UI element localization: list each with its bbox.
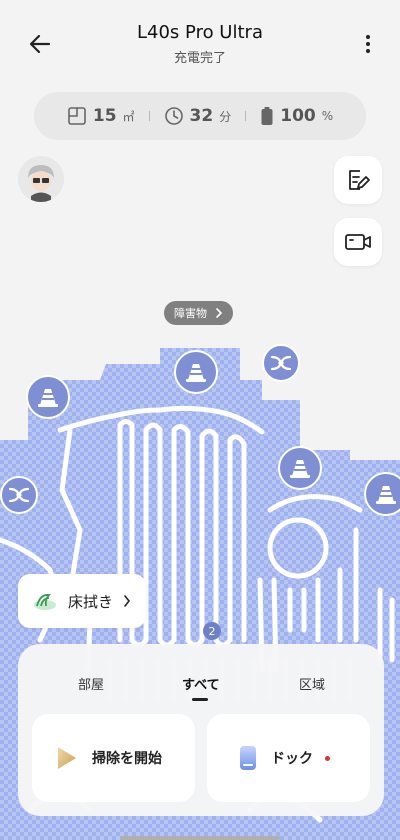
start-cleaning-button[interactable]: 掃除を開始 bbox=[32, 714, 195, 802]
play-icon bbox=[58, 747, 76, 769]
dock-label: ドック bbox=[271, 751, 313, 767]
time-unit: 分 bbox=[219, 109, 232, 124]
video-camera-icon bbox=[345, 234, 371, 250]
dock-icon bbox=[240, 746, 256, 770]
notification-dot bbox=[325, 755, 330, 761]
traffic-cone-icon bbox=[376, 486, 396, 504]
more-vertical-icon bbox=[366, 35, 370, 53]
room-count-badge: 2 bbox=[203, 622, 221, 640]
tab-all[interactable]: すべて bbox=[182, 674, 220, 693]
home-indicator[interactable] bbox=[120, 836, 280, 840]
obstacle-marker[interactable] bbox=[364, 472, 400, 516]
battery-icon bbox=[261, 107, 273, 125]
time-stat: 32 分 bbox=[164, 106, 232, 126]
robot-avatar-icon bbox=[18, 156, 64, 202]
traffic-cone-icon bbox=[290, 460, 310, 478]
start-cleaning-label: 掃除を開始 bbox=[92, 751, 162, 767]
cable-obstacle-marker[interactable] bbox=[262, 344, 300, 382]
tooltip-label: 障害物 bbox=[174, 307, 207, 320]
mop-mode-label: 床拭き bbox=[68, 592, 114, 611]
clock-icon bbox=[164, 107, 183, 125]
active-tab-indicator bbox=[192, 698, 208, 701]
area-unit: ㎡ bbox=[122, 109, 135, 124]
avatar[interactable] bbox=[18, 156, 64, 202]
dock-button[interactable]: ドック bbox=[207, 714, 370, 802]
divider bbox=[245, 111, 247, 121]
obstacle-marker[interactable] bbox=[174, 350, 218, 394]
area-value: 15 bbox=[92, 106, 117, 126]
control-panel: 部屋 すべて 区域 掃除を開始 ドック bbox=[18, 644, 384, 816]
camera-button[interactable] bbox=[334, 218, 382, 266]
battery-unit: % bbox=[321, 109, 334, 123]
cable-obstacle-marker[interactable] bbox=[0, 476, 38, 514]
battery-value: 100 bbox=[280, 106, 316, 126]
more-button[interactable] bbox=[356, 28, 380, 60]
obstacle-marker[interactable] bbox=[278, 446, 322, 490]
cable-icon bbox=[8, 487, 30, 503]
area-icon bbox=[68, 107, 86, 125]
battery-stat: 100 % bbox=[260, 106, 333, 126]
edit-map-icon bbox=[349, 170, 370, 190]
traffic-cone-icon bbox=[186, 364, 206, 382]
page-title: L40s Pro Ultra bbox=[137, 22, 263, 43]
tab-zone[interactable]: 区域 bbox=[299, 674, 325, 693]
edit-map-button[interactable] bbox=[334, 156, 382, 204]
time-value: 32 bbox=[189, 106, 214, 126]
device-status: 充電完了 bbox=[173, 51, 226, 66]
chevron-right-icon bbox=[216, 308, 223, 318]
tab-rooms[interactable]: 部屋 bbox=[78, 674, 104, 693]
mop-mode-button[interactable]: 床拭き bbox=[18, 574, 146, 628]
area-stat: 15 ㎡ bbox=[67, 106, 135, 126]
mop-icon bbox=[34, 594, 56, 610]
chevron-right-icon bbox=[124, 595, 131, 607]
obstacle-marker[interactable] bbox=[26, 375, 70, 419]
cleaning-stats: 15 ㎡ 32 分 100 % bbox=[34, 92, 366, 140]
obstacle-tooltip[interactable]: 障害物 bbox=[164, 301, 233, 325]
traffic-cone-icon bbox=[38, 389, 58, 407]
header: L40s Pro Ultra 充電完了 bbox=[0, 0, 400, 80]
divider bbox=[148, 111, 150, 121]
cable-icon bbox=[270, 355, 292, 371]
